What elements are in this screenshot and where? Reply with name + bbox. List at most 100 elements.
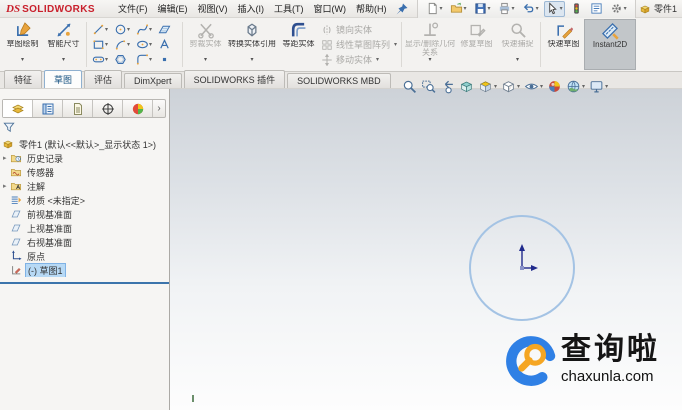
dropdown-arrow-icon[interactable]: ▾ — [488, 5, 491, 12]
menu-item-4[interactable]: 工具(T) — [274, 2, 304, 15]
menu-item-5[interactable]: 窗口(W) — [314, 2, 347, 15]
dropdown-arrow-icon[interactable]: ▾ — [105, 41, 111, 48]
previous-view-button[interactable] — [440, 79, 455, 94]
tree-item-2[interactable]: ▸注解 — [0, 179, 169, 193]
ribbon-instant2d-button[interactable]: Instant2D — [584, 19, 636, 70]
dropdown-arrow-icon[interactable]: ▾ — [149, 41, 155, 48]
view-settings-button[interactable]: ▾ — [589, 79, 608, 94]
dropdown-arrow-icon[interactable]: ▾ — [127, 41, 133, 48]
save-button[interactable]: ▾ — [472, 1, 493, 17]
menu-item-1[interactable]: 编辑(E) — [158, 2, 188, 15]
menu-item-2[interactable]: 视图(V) — [198, 2, 228, 15]
dropdown-arrow-icon[interactable]: ▾ — [517, 83, 520, 90]
dropdown-arrow-icon[interactable]: ▾ — [105, 56, 111, 63]
dropdown-arrow-icon[interactable]: ▾ — [624, 5, 627, 12]
pin-icon[interactable] — [395, 2, 409, 16]
tree-item-1[interactable]: 传感器 — [0, 165, 169, 179]
sketch-slot-button[interactable]: ▾ — [91, 53, 112, 66]
sketch-line-button[interactable]: ▾ — [91, 23, 112, 36]
commandmanager-tab-1[interactable]: 草图 — [44, 70, 82, 88]
dropdown-arrow-icon[interactable]: ▾ — [394, 41, 397, 48]
displaymanager-tab[interactable] — [123, 100, 153, 117]
commandmanager-tab-0[interactable]: 特征 — [4, 70, 42, 88]
featuremanager-tree-tab[interactable] — [3, 100, 33, 117]
commandmanager-tab-5[interactable]: SOLIDWORKS MBD — [287, 73, 391, 88]
propertymanager-tab[interactable] — [33, 100, 63, 117]
apply-scene-button[interactable]: ▾ — [566, 79, 585, 94]
rebuild-button[interactable] — [568, 1, 585, 17]
ribbon-display-relations-button[interactable]: 显示/删除几何关系▾ — [404, 19, 456, 70]
sketch-spline-button[interactable]: ▾ — [135, 23, 156, 36]
dropdown-arrow-icon[interactable]: ▾ — [149, 56, 155, 63]
filter-funnel-icon[interactable] — [3, 121, 15, 133]
ribbon-sketch-draw-button[interactable]: 草图绘制▾ — [2, 19, 43, 70]
sketch-point-button[interactable] — [157, 53, 178, 66]
display-style-button[interactable]: ▾ — [501, 79, 520, 94]
ribbon-repair-sketch-button[interactable]: 修复草图 — [456, 19, 497, 70]
options-button[interactable]: ▾ — [608, 1, 629, 17]
new-document-button[interactable]: ▾ — [424, 1, 445, 17]
ribbon-trim-entities-button[interactable]: 剪裁实体▾ — [185, 19, 226, 70]
dropdown-arrow-icon[interactable]: ▾ — [512, 5, 515, 12]
tree-item-8[interactable]: (-) 草图1 — [0, 263, 169, 277]
file-properties-button[interactable] — [588, 1, 605, 17]
panel-expand-chevron-icon[interactable]: › — [153, 103, 165, 114]
dropdown-arrow-icon[interactable]: ▾ — [536, 5, 539, 12]
ribbon-rapid-sketch-button[interactable]: 快速草图 — [543, 19, 584, 70]
dropdown-arrow-icon[interactable]: ▾ — [429, 57, 432, 64]
ribbon-smart-dimension-button[interactable]: 智能尺寸▾ — [43, 19, 84, 70]
menu-item-0[interactable]: 文件(F) — [118, 2, 148, 15]
sketch-polygon-button[interactable] — [113, 53, 134, 66]
expand-arrow-icon[interactable]: ▸ — [3, 182, 10, 190]
open-document-button[interactable]: ▾ — [448, 1, 469, 17]
tree-item-7[interactable]: 原点 — [0, 249, 169, 263]
dropdown-arrow-icon[interactable]: ▾ — [250, 57, 253, 64]
select-button[interactable]: ▾ — [544, 1, 565, 17]
dropdown-arrow-icon[interactable]: ▾ — [516, 57, 519, 64]
dropdown-arrow-icon[interactable]: ▾ — [149, 26, 155, 33]
dropdown-arrow-icon[interactable]: ▾ — [440, 5, 443, 12]
dropdown-arrow-icon[interactable]: ▾ — [376, 56, 379, 63]
sketch-corner-rectangle-button[interactable]: ▾ — [91, 38, 112, 51]
ribbon-mirror-entities-button[interactable]: 镜向实体 — [321, 23, 397, 36]
tree-item-5[interactable]: 上视基准面 — [0, 221, 169, 235]
ribbon-quick-snaps-button[interactable]: 快速捕捉▾ — [497, 19, 538, 70]
sketch-text-button[interactable] — [157, 38, 178, 51]
tree-item-3[interactable]: 材质 <未指定> — [0, 193, 169, 207]
dropdown-arrow-icon[interactable]: ▾ — [494, 83, 497, 90]
dropdown-arrow-icon[interactable]: ▾ — [127, 26, 133, 33]
sketch-arc-button[interactable]: ▾ — [113, 38, 134, 51]
undo-button[interactable]: ▾ — [520, 1, 541, 17]
dropdown-arrow-icon[interactable]: ▾ — [21, 57, 24, 64]
commandmanager-tab-4[interactable]: SOLIDWORKS 插件 — [184, 70, 286, 88]
commandmanager-tab-3[interactable]: DimXpert — [124, 73, 182, 88]
dropdown-arrow-icon[interactable]: ▾ — [560, 5, 563, 12]
dropdown-arrow-icon[interactable]: ▾ — [62, 57, 65, 64]
ribbon-offset-entities-button[interactable]: 等距实体 — [278, 19, 319, 70]
ribbon-move-entities-button[interactable]: 移动实体▾ — [321, 53, 397, 66]
sketch-sketch-fillet-button[interactable]: ▾ — [135, 53, 156, 66]
panel-splitter[interactable] — [0, 282, 169, 284]
dropdown-arrow-icon[interactable]: ▾ — [464, 5, 467, 12]
zoom-to-fit-button[interactable] — [402, 79, 417, 94]
tree-item-6[interactable]: 右视基准面 — [0, 235, 169, 249]
menu-item-6[interactable]: 帮助(H) — [356, 2, 387, 15]
print-button[interactable]: ▾ — [496, 1, 517, 17]
tree-root-part[interactable]: 零件1 (默认<<默认>_显示状态 1>) — [0, 137, 169, 151]
tree-item-4[interactable]: 前视基准面 — [0, 207, 169, 221]
dropdown-arrow-icon[interactable]: ▾ — [605, 83, 608, 90]
edit-appearance-button[interactable] — [547, 79, 562, 94]
sketch-circle-button[interactable]: ▾ — [113, 23, 134, 36]
zoom-to-area-button[interactable] — [421, 79, 436, 94]
sketch-plane3d-button[interactable] — [157, 23, 178, 36]
ribbon-convert-entities-button[interactable]: 转换实体引用▾ — [226, 19, 278, 70]
ribbon-linear-pattern-button[interactable]: 线性草图阵列▾ — [321, 38, 397, 51]
configurationmanager-tab[interactable] — [63, 100, 93, 117]
menu-item-3[interactable]: 插入(I) — [238, 2, 265, 15]
tree-item-0[interactable]: ▸历史记录 — [0, 151, 169, 165]
origin-triad-icon[interactable] — [519, 244, 538, 271]
view-orientation-button[interactable]: ▾ — [478, 79, 497, 94]
dropdown-arrow-icon[interactable]: ▾ — [540, 83, 543, 90]
section-view-button[interactable] — [459, 79, 474, 94]
commandmanager-tab-2[interactable]: 评估 — [84, 70, 122, 88]
